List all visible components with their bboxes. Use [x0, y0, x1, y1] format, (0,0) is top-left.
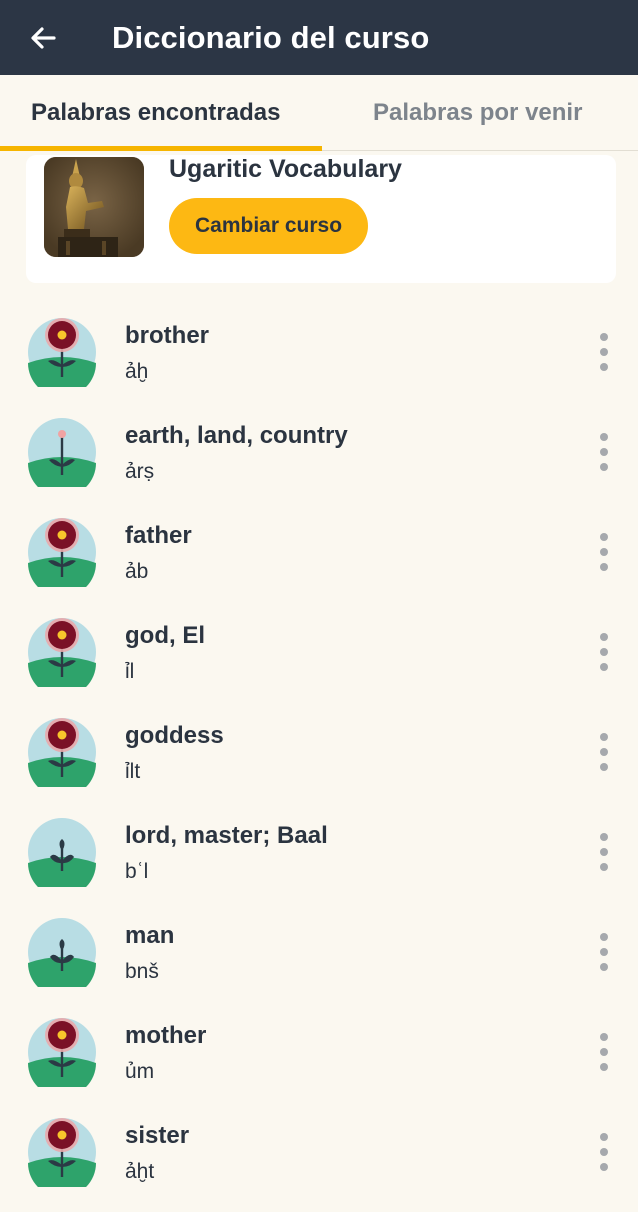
- word-row-lord[interactable]: lord, master; Baal bʿl: [0, 812, 638, 912]
- word-ugaritic: ảrṣ: [125, 460, 155, 483]
- more-options-icon[interactable]: [592, 433, 616, 471]
- word-english: goddess: [125, 722, 224, 749]
- word-row-sister[interactable]: sister ảḫt: [0, 1112, 638, 1212]
- flower-bloom-icon: [27, 317, 97, 387]
- more-options-icon[interactable]: [592, 333, 616, 371]
- tab-found-words[interactable]: Palabras encontradas: [0, 75, 322, 151]
- word-row-man[interactable]: man bnš: [0, 912, 638, 1012]
- word-english: man: [125, 922, 175, 949]
- more-options-icon[interactable]: [592, 733, 616, 771]
- more-options-icon[interactable]: [592, 933, 616, 971]
- back-button[interactable]: [18, 13, 68, 63]
- word-row-goddess[interactable]: goddess ỉlt: [0, 712, 638, 812]
- sprout-icon: [27, 817, 97, 887]
- word-english: brother: [125, 322, 209, 349]
- word-ugaritic: bʿl: [125, 860, 149, 883]
- word-english: mother: [125, 1022, 207, 1049]
- more-options-icon[interactable]: [592, 1133, 616, 1171]
- flower-bud-icon: [27, 417, 97, 487]
- word-row-mother[interactable]: mother ủm: [0, 1012, 638, 1112]
- course-name: Ugaritic Vocabulary: [169, 155, 402, 183]
- word-row-earth[interactable]: earth, land, country ảrṣ: [0, 412, 638, 512]
- word-ugaritic: bnš: [125, 960, 159, 983]
- page-title: Diccionario del curso: [112, 19, 430, 55]
- tab-upcoming-words[interactable]: Palabras por venir: [322, 75, 582, 150]
- word-row-brother[interactable]: brother ảḫ: [0, 312, 638, 412]
- more-options-icon[interactable]: [592, 533, 616, 571]
- app-bar: Diccionario del curso: [0, 0, 638, 75]
- flower-bloom-icon: [27, 1117, 97, 1187]
- word-ugaritic: ảḫ: [125, 360, 149, 383]
- flower-bloom-icon: [27, 517, 97, 587]
- sprout-icon: [27, 917, 97, 987]
- word-english: sister: [125, 1122, 190, 1149]
- word-ugaritic: ủm: [125, 1060, 155, 1083]
- word-english: earth, land, country: [125, 422, 348, 449]
- word-english: father: [125, 522, 192, 549]
- word-ugaritic: ảḫt: [125, 1160, 155, 1183]
- word-ugaritic: ảb: [125, 560, 149, 583]
- word-row-god[interactable]: god, El ỉl: [0, 612, 638, 712]
- more-options-icon[interactable]: [592, 1033, 616, 1071]
- flower-bloom-icon: [27, 717, 97, 787]
- arrow-left-icon: [31, 26, 56, 49]
- tab-bar: Palabras encontradas Palabras por venir: [0, 75, 638, 151]
- flower-bloom-icon: [27, 617, 97, 687]
- word-list: brother ảḫ earth, land, country ảrṣ fath…: [0, 312, 638, 1212]
- word-ugaritic: ỉl: [125, 660, 135, 683]
- course-card: Ugaritic Vocabulary Cambiar curso: [26, 155, 616, 283]
- word-ugaritic: ỉlt: [125, 760, 141, 783]
- word-english: god, El: [125, 622, 205, 649]
- more-options-icon[interactable]: [592, 833, 616, 871]
- change-course-button[interactable]: Cambiar curso: [169, 198, 369, 254]
- flower-bloom-icon: [27, 1017, 97, 1087]
- course-image: [44, 157, 144, 257]
- word-row-father[interactable]: father ảb: [0, 512, 638, 612]
- more-options-icon[interactable]: [592, 633, 616, 671]
- word-english: lord, master; Baal: [125, 822, 328, 849]
